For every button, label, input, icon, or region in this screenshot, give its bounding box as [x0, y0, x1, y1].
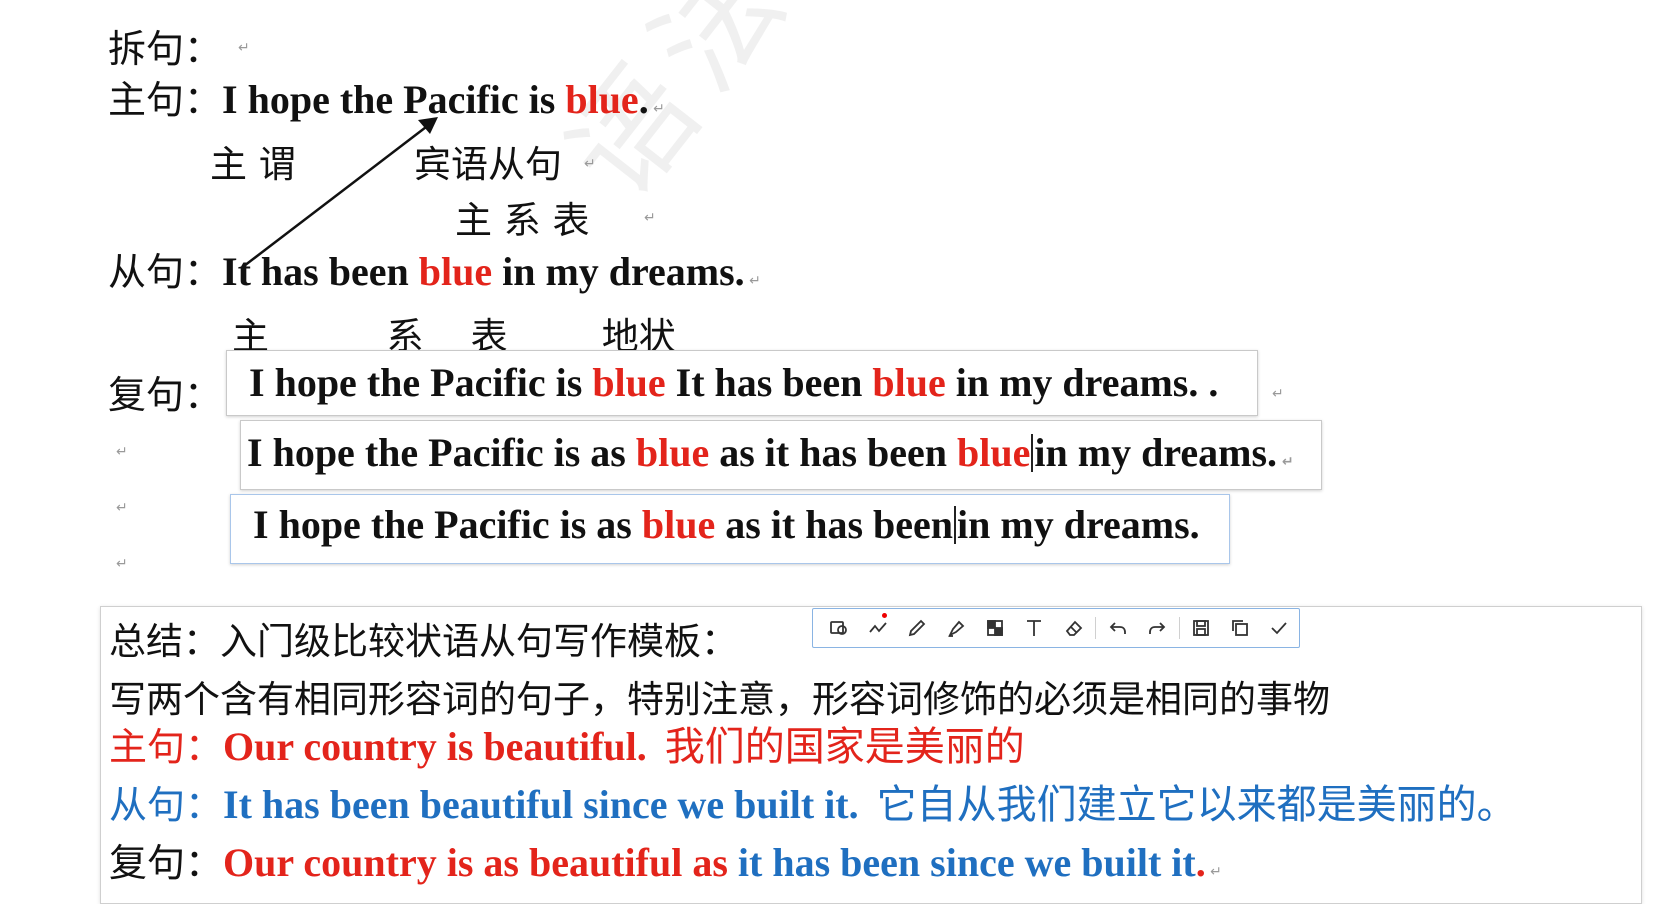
- box3-adjective: blue: [641, 502, 716, 547]
- box1-adjective-2: blue: [872, 360, 946, 405]
- box3-text-b: as it has been: [715, 502, 954, 547]
- mosaic-icon[interactable]: [976, 610, 1015, 646]
- box1-text-a: I hope the Pacific is: [249, 360, 593, 405]
- freehand-line-icon[interactable]: [858, 610, 897, 646]
- summary-complex-label: 复句：: [109, 841, 224, 885]
- highlighter-icon[interactable]: [937, 610, 976, 646]
- toolbar-separator: [1178, 617, 1180, 639]
- box1-text-c: in my dreams. .: [945, 360, 1219, 405]
- box2-adjective-1: blue: [635, 430, 710, 475]
- box2-text-c: in my dreams.: [1034, 430, 1278, 475]
- box1-text-b: It has been: [665, 360, 873, 405]
- undo-icon[interactable]: [1098, 610, 1137, 646]
- complex-sentence-label: 复句：: [108, 373, 223, 417]
- summary-panel: 总结：入门级比较状语从句写作模板： 写两个含有相同形容词的句子，特别注意，形容词…: [100, 606, 1642, 904]
- toolbar-separator: [1095, 617, 1097, 639]
- text-cursor: [954, 506, 957, 544]
- summary-clause-row: 从句：It has been beautiful since we built …: [109, 781, 1517, 829]
- box3-text-a: I hope the Pacific is as: [253, 502, 642, 547]
- shape-icon[interactable]: [819, 610, 858, 646]
- annotation-toolbar: [812, 608, 1300, 648]
- summary-clause-label: 从句：: [109, 783, 224, 827]
- complex-sentence-box-2[interactable]: I hope the Pacific is as blue as it has …: [240, 420, 1322, 490]
- text-icon[interactable]: [1015, 610, 1054, 646]
- box3-text-c: in my dreams.: [957, 502, 1200, 547]
- pencil-icon[interactable]: [897, 610, 936, 646]
- summary-complex-red: Our country is as beautiful as: [223, 840, 738, 885]
- box2-text-b: as it has been: [709, 430, 958, 475]
- box2-text-a: I hope the Pacific is as: [247, 430, 636, 475]
- summary-title: 总结：入门级比较状语从句写作模板：: [109, 620, 738, 663]
- summary-complex-row: 复句：Our country is as beautiful as it has…: [109, 840, 1222, 885]
- confirm-icon[interactable]: [1260, 610, 1299, 646]
- complex-sentence-box-3[interactable]: I hope the Pacific is as blue as it has …: [230, 494, 1230, 564]
- box2-adjective-2: blue: [957, 430, 1031, 475]
- summary-clause-english: It has been beautiful since we built it.: [223, 782, 859, 827]
- summary-main-chinese: 我们的国家是美丽的: [664, 724, 1025, 770]
- save-icon[interactable]: [1182, 610, 1221, 646]
- complex-sentence-box-1[interactable]: I hope the Pacific is blue It has been b…: [226, 350, 1258, 416]
- copy-icon[interactable]: [1221, 610, 1260, 646]
- summary-main-english: Our country is beautiful.: [223, 724, 647, 769]
- summary-main-label: 主句：: [109, 725, 224, 769]
- summary-complex-end: .: [1195, 840, 1206, 885]
- summary-clause-chinese: 它自从我们建立它以来都是美丽的。: [876, 782, 1517, 828]
- summary-description: 写两个含有相同形容词的句子，特别注意，形容词修饰的必须是相同的事物: [109, 678, 1330, 721]
- eraser-icon[interactable]: [1054, 610, 1093, 646]
- summary-main-row: 主句：Our country is beautiful. 我们的国家是美丽的: [109, 723, 1025, 771]
- summary-complex-blue: it has been since we built it: [737, 840, 1196, 885]
- redo-icon[interactable]: [1137, 610, 1176, 646]
- box1-adjective-1: blue: [592, 360, 666, 405]
